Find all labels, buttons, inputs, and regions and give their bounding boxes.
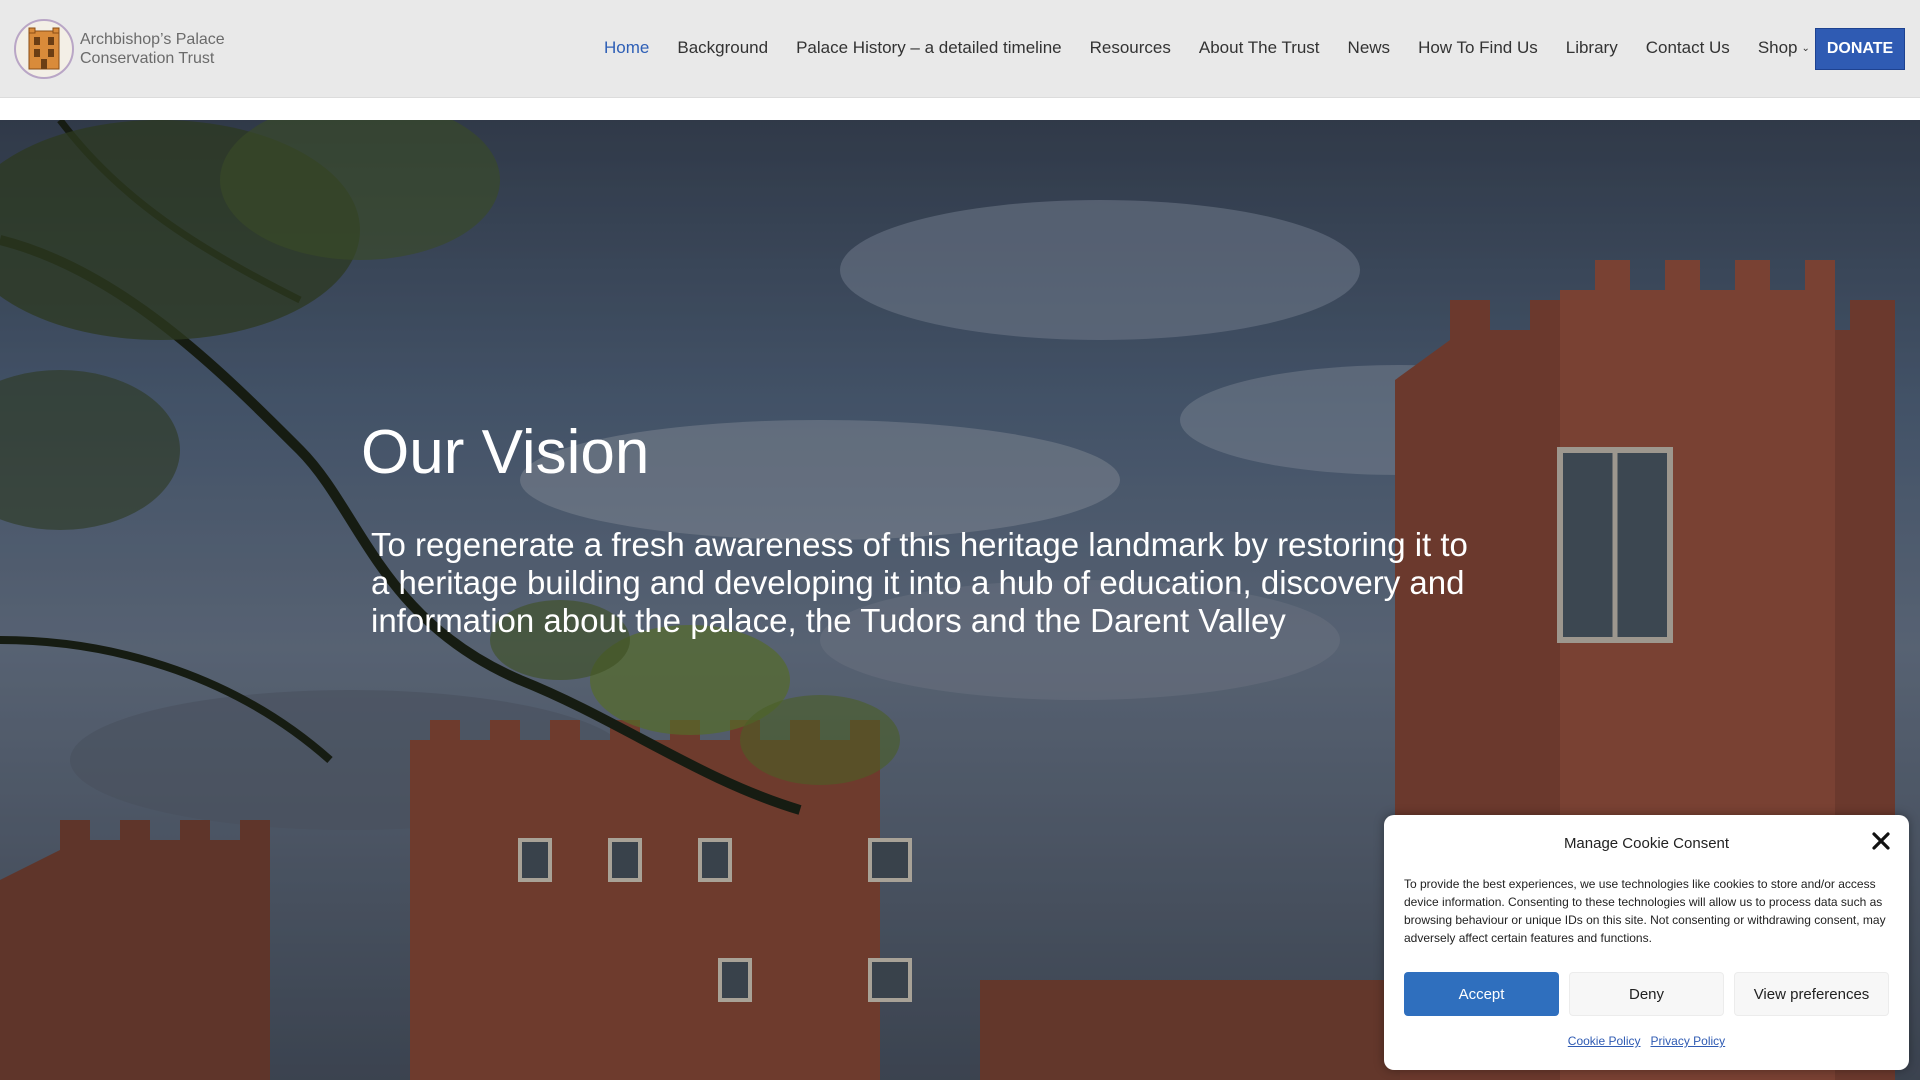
nav-home[interactable]: Home xyxy=(604,38,649,58)
cookie-policy-links: Cookie Policy Privacy Policy xyxy=(1384,1034,1909,1048)
cookie-consent-dialog: Manage Cookie Consent To provide the bes… xyxy=(1384,815,1909,1070)
cookie-dialog-title: Manage Cookie Consent xyxy=(1563,835,1730,852)
hero-vision-text: To regenerate a fresh awareness of this … xyxy=(371,526,1468,639)
nav-about-the-trust[interactable]: About The Trust xyxy=(1199,38,1320,58)
nav-background[interactable]: Background xyxy=(677,38,768,58)
deny-cookies-button[interactable]: Deny xyxy=(1569,972,1724,1016)
chevron-down-icon: ⌄ xyxy=(1801,42,1810,54)
cookie-button-row: Accept Deny View preferences xyxy=(1404,972,1899,1016)
donate-button[interactable]: DONATE xyxy=(1815,28,1905,70)
logo-line-2: Conservation Trust xyxy=(80,50,215,67)
logo-line-1: Archbishop’s Palace xyxy=(80,31,225,48)
nav-shop[interactable]: Shop ⌄ xyxy=(1758,38,1810,58)
site-header: Archbishop’s Palace Conservation Trust H… xyxy=(0,0,1920,98)
nav-resources[interactable]: Resources xyxy=(1090,38,1171,58)
view-preferences-button[interactable]: View preferences xyxy=(1734,972,1889,1016)
cookie-dialog-body: To provide the best experiences, we use … xyxy=(1404,877,1886,945)
nav-shop-label: Shop xyxy=(1757,38,1798,57)
nav-how-to-find-us[interactable]: How To Find Us xyxy=(1418,38,1538,58)
nav-contact-us[interactable]: Contact Us xyxy=(1646,38,1730,58)
privacy-policy-link[interactable]: Privacy Policy xyxy=(1651,1034,1726,1048)
nav-news[interactable]: News xyxy=(1348,38,1391,58)
site-logo[interactable]: Archbishop’s Palace Conservation Trust xyxy=(14,17,225,81)
nav-palace-history[interactable]: Palace History – a detailed timeline xyxy=(796,38,1062,58)
hero-title: Our Vision xyxy=(361,418,650,487)
nav-library[interactable]: Library xyxy=(1566,38,1618,58)
accept-cookies-button[interactable]: Accept xyxy=(1404,972,1559,1016)
palace-logo-icon xyxy=(14,19,74,79)
main-nav: Home Background Palace History – a detai… xyxy=(604,38,1851,58)
cookie-policy-link[interactable]: Cookie Policy xyxy=(1568,1034,1641,1048)
close-icon[interactable] xyxy=(1871,831,1891,851)
